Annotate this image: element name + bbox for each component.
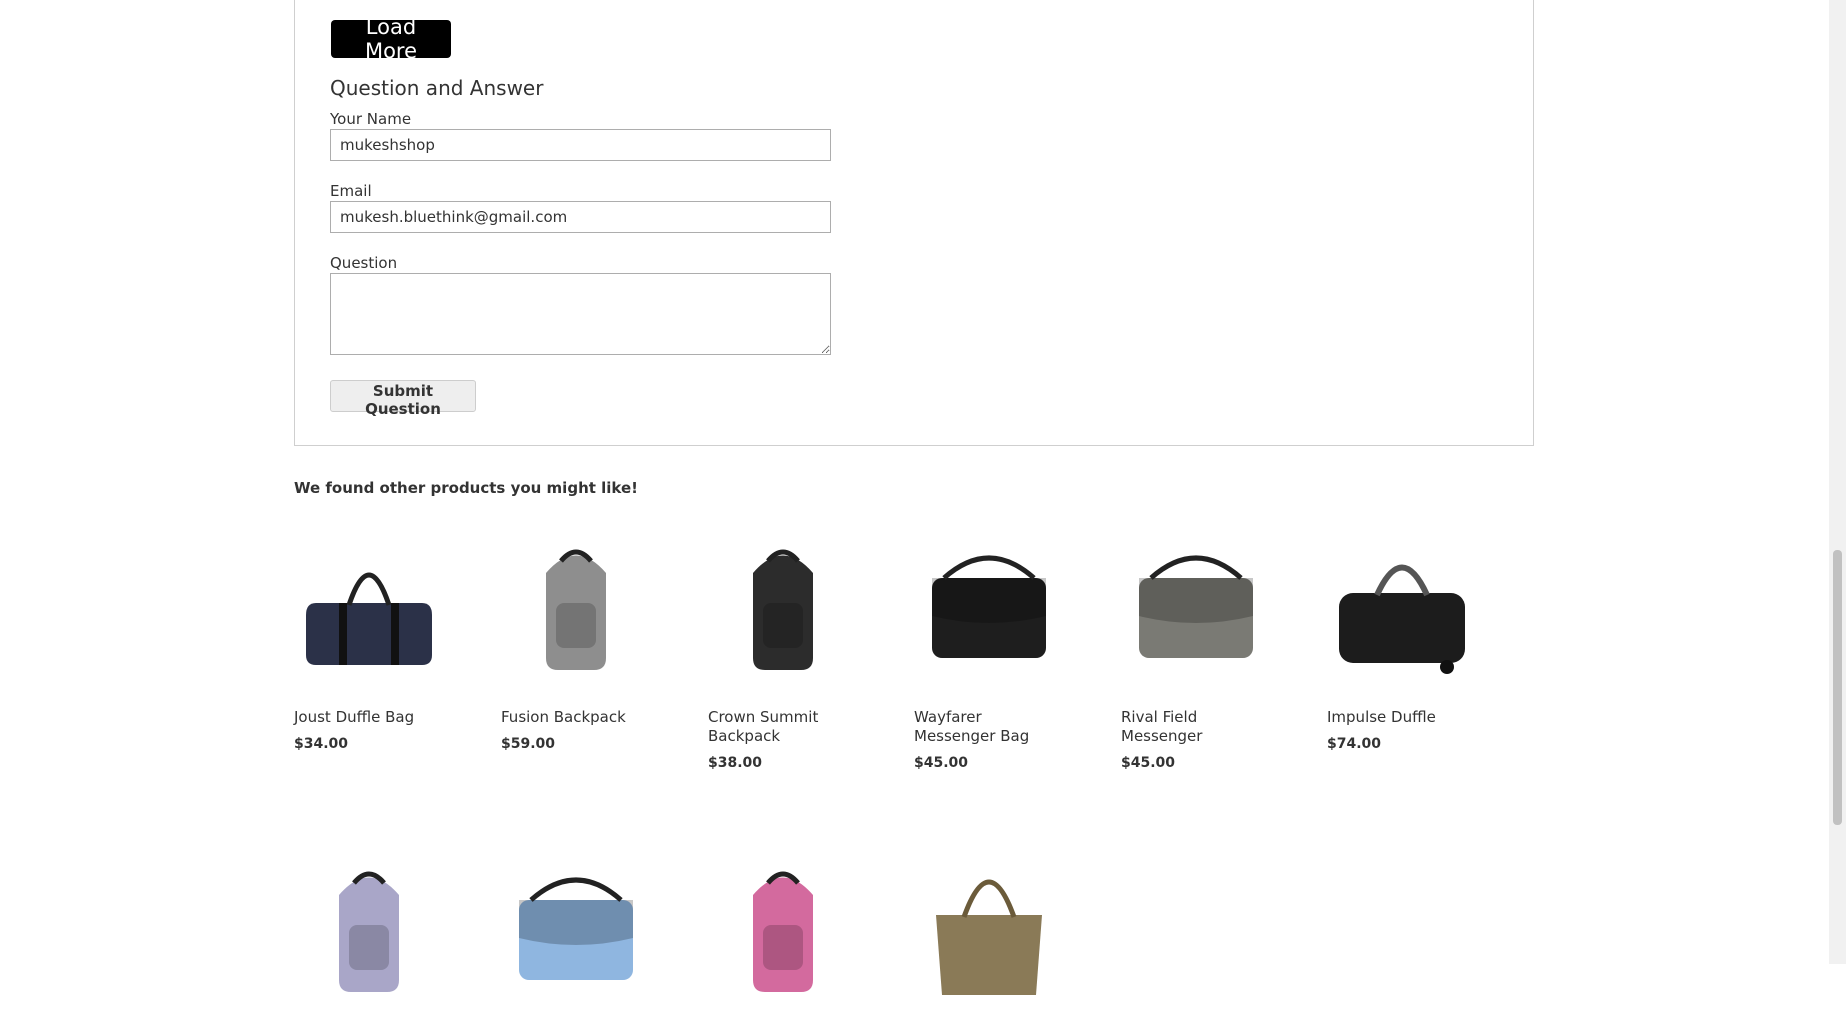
- product-card[interactable]: Wayfarer Messenger Bag $45.00: [914, 533, 1084, 771]
- backpack-icon[interactable]: [294, 855, 444, 1005]
- product-card[interactable]: [914, 855, 1084, 1030]
- duffle-bag-icon[interactable]: [294, 533, 444, 683]
- name-label: Your Name: [330, 110, 412, 128]
- related-products-title: We found other products you might like!: [294, 479, 639, 497]
- email-input[interactable]: [330, 201, 831, 233]
- backpack-icon[interactable]: [501, 533, 651, 683]
- product-price: $45.00: [914, 755, 969, 771]
- backpack-icon[interactable]: [708, 855, 858, 1005]
- product-card[interactable]: [501, 855, 671, 1030]
- name-input[interactable]: [330, 129, 831, 161]
- question-textarea[interactable]: [330, 273, 831, 355]
- product-name[interactable]: Crown Summit Backpack: [708, 708, 858, 746]
- product-name[interactable]: Wayfarer Messenger Bag: [914, 708, 1064, 746]
- messenger-bag-icon[interactable]: [914, 533, 1064, 683]
- product-price: $59.00: [501, 736, 556, 752]
- email-label: Email: [330, 182, 372, 200]
- product-name[interactable]: Fusion Backpack: [501, 708, 651, 727]
- product-card[interactable]: Rival Field Messenger $45.00: [1121, 533, 1291, 771]
- product-card[interactable]: Crown Summit Backpack $38.00: [708, 533, 878, 771]
- tote-bag-icon[interactable]: [914, 855, 1064, 1005]
- product-name[interactable]: Impulse Duffle: [1327, 708, 1477, 727]
- messenger-bag-icon[interactable]: [1121, 533, 1271, 683]
- page-scrollbar[interactable]: [1829, 0, 1846, 964]
- product-price: $38.00: [708, 755, 763, 771]
- product-price: $74.00: [1327, 736, 1382, 752]
- product-name[interactable]: Rival Field Messenger: [1121, 708, 1271, 746]
- product-card[interactable]: Impulse Duffle $74.00: [1327, 533, 1497, 752]
- rolling-duffle-icon[interactable]: [1327, 533, 1477, 683]
- product-card[interactable]: [708, 855, 878, 1030]
- backpack-icon[interactable]: [708, 533, 858, 683]
- messenger-bag-icon[interactable]: [501, 855, 651, 1005]
- product-name[interactable]: Joust Duffle Bag: [294, 708, 444, 727]
- product-card[interactable]: Joust Duffle Bag $34.00: [294, 533, 464, 752]
- product-card[interactable]: [294, 855, 464, 1030]
- scrollbar-thumb[interactable]: [1833, 550, 1842, 825]
- product-price: $45.00: [1121, 755, 1176, 771]
- load-more-button[interactable]: Load More: [331, 15, 451, 63]
- submit-question-button[interactable]: Submit Question: [330, 380, 476, 418]
- product-price: $34.00: [294, 736, 349, 752]
- question-label: Question: [330, 254, 398, 272]
- product-card[interactable]: Fusion Backpack $59.00: [501, 533, 671, 752]
- qa-heading: Question and Answer: [330, 76, 544, 100]
